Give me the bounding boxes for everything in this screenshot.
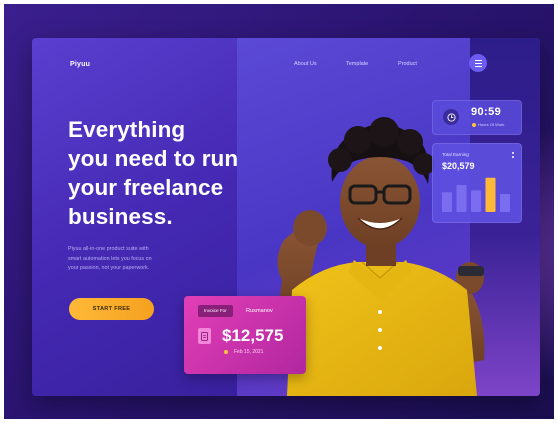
clock-icon xyxy=(443,109,459,125)
earning-bar xyxy=(485,177,496,212)
invoice-recipient: Rusmanov xyxy=(246,308,273,314)
status-dot xyxy=(224,350,228,354)
earning-bar-chart xyxy=(442,177,510,212)
description-line: your passion, not your paperwork. xyxy=(68,265,150,271)
hours-label: Hours Of Work xyxy=(478,122,505,127)
nav-product[interactable]: Product xyxy=(398,61,417,67)
shot-frame: Piyuu About Us Template Product Everythi… xyxy=(4,4,554,419)
menu-button[interactable] xyxy=(469,54,487,72)
earning-bar xyxy=(456,185,467,212)
invoice-badge: Invoice For xyxy=(198,305,233,317)
nav-about-us[interactable]: About Us xyxy=(294,61,317,67)
earning-bar xyxy=(442,192,452,212)
hours-value: 90:59 xyxy=(471,106,502,118)
menu-icon xyxy=(474,59,482,68)
brand-logo[interactable]: Piyuu xyxy=(70,61,90,68)
status-dot xyxy=(472,123,476,127)
invoice-amount: $12,575 xyxy=(222,326,284,345)
earning-bar xyxy=(500,194,510,212)
landing-page-card: Piyuu About Us Template Product Everythi… xyxy=(32,38,540,396)
description-line: smart automation lets you focus on xyxy=(68,255,152,262)
document-icon xyxy=(198,328,211,344)
total-earning-card: Total Earning $20,579 xyxy=(432,143,522,223)
start-free-button[interactable]: START FREE xyxy=(69,298,154,320)
description-line: Piyuu all-in-one product suite with xyxy=(68,246,149,252)
invoice-date: Feb 15, 2021 xyxy=(234,349,264,355)
nav-template[interactable]: Template xyxy=(346,61,368,67)
hero-description: Piyuu all-in-one product suite with smar… xyxy=(68,245,198,274)
hours-card: 90:59 Hours Of Work xyxy=(432,100,522,135)
earning-bar xyxy=(471,190,481,212)
invoice-card: Invoice For Rusmanov $12,575 Feb 15, 202… xyxy=(184,296,306,374)
